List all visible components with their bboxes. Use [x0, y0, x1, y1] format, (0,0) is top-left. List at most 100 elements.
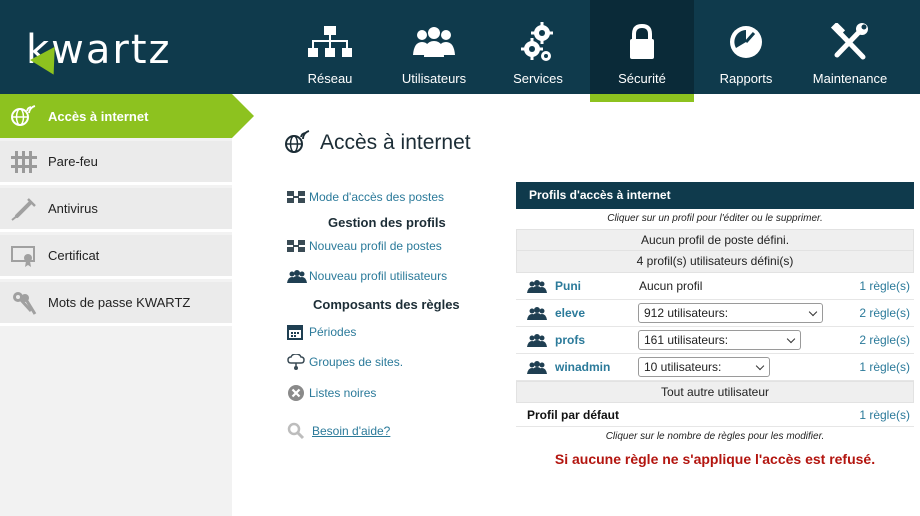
users-summary: 4 profil(s) utilisateurs défini(s): [516, 251, 914, 273]
profile-rules-link[interactable]: 2 règle(s): [859, 333, 910, 347]
sidebar-item-label: Accès à internet: [48, 108, 149, 124]
page-title-text: Accès à internet: [320, 130, 471, 154]
link-groupes-sites[interactable]: Groupes de sites.: [287, 354, 403, 370]
profiles-panel: Profils d'accès à internet Cliquer sur u…: [516, 182, 914, 467]
profile-row-eleve[interactable]: eleve 912 utilisateurs: 2 règle(s): [516, 300, 914, 327]
default-profile-label: Profil par défaut: [527, 408, 620, 422]
nav-label: Réseau: [307, 71, 353, 86]
link-nouveau-profil-utilisateurs[interactable]: Nouveau profil utilisateurs: [287, 269, 447, 283]
chevron-down-icon: [786, 334, 796, 344]
sidebar-item-antivirus[interactable]: Antivirus: [0, 188, 232, 232]
cloud-network-icon: [287, 354, 309, 370]
profile-users: Aucun profil: [639, 279, 703, 293]
section-composants-regles: Composants des règles: [313, 297, 460, 312]
pie-chart-icon: [694, 22, 798, 62]
chevron-down-icon: [755, 361, 765, 371]
nav-rapports[interactable]: Rapports: [694, 0, 798, 94]
users-icon: [527, 361, 547, 377]
network-icon: [278, 22, 382, 62]
link-label: Mode d'accès des postes: [309, 190, 445, 204]
nav-services[interactable]: Services: [486, 0, 590, 94]
nav-reseau[interactable]: Réseau: [278, 0, 382, 94]
sidebar-item-label: Pare-feu: [48, 154, 98, 169]
link-label: Besoin d'aide?: [312, 424, 391, 438]
sidebar-item-mots-de-passe[interactable]: Mots de passe KWARTZ: [0, 282, 232, 326]
page-title: Accès à internet: [284, 128, 471, 157]
profile-users-select[interactable]: 912 utilisateurs:: [638, 303, 823, 323]
nav-label: Services: [513, 71, 563, 86]
sidebar-item-label: Antivirus: [48, 201, 98, 216]
users-icon: [287, 269, 309, 283]
link-label: Nouveau profil de postes: [309, 239, 442, 253]
postes-summary: Aucun profil de poste défini.: [516, 229, 914, 251]
profiles-panel-title: Profils d'accès à internet: [516, 182, 914, 209]
link-nouveau-profil-postes[interactable]: Nouveau profil de postes: [287, 239, 442, 253]
gears-icon: [486, 22, 590, 62]
default-profile-row[interactable]: Profil par défaut 1 règle(s): [516, 403, 914, 427]
profiles-note-top: Cliquer sur un profil pour l'éditer ou l…: [607, 213, 823, 224]
users-icon: [527, 307, 547, 323]
search-icon: [287, 422, 312, 440]
sidebar-item-label: Mots de passe KWARTZ: [48, 295, 191, 310]
select-value: 10 utilisateurs:: [644, 360, 722, 374]
globe-icon: [284, 128, 312, 157]
nav-label: Utilisateurs: [401, 71, 467, 86]
computers-icon: [287, 191, 309, 203]
profiles-note-bottom: Cliquer sur le nombre de règles pour les…: [605, 431, 825, 442]
link-label: Nouveau profil utilisateurs: [309, 269, 448, 283]
nav-utilisateurs[interactable]: Utilisateurs: [382, 0, 486, 94]
users-icon: [527, 334, 547, 350]
firewall-icon: [0, 150, 48, 173]
sidebar-item-pare-feu[interactable]: Pare-feu: [0, 141, 232, 185]
nav-label: Maintenance: [812, 71, 888, 86]
link-mode-acces-postes[interactable]: Mode d'accès des postes: [287, 190, 444, 204]
certificate-icon: [0, 245, 48, 267]
lock-icon: [590, 22, 694, 62]
profile-users-select[interactable]: 161 utilisateurs:: [638, 330, 801, 350]
syringe-icon: [0, 197, 48, 221]
users-icon: [527, 280, 547, 296]
kwartz-logo[interactable]: kwartz: [26, 27, 216, 82]
sidebar-item-acces-internet[interactable]: Accès à internet: [0, 94, 254, 138]
profile-name[interactable]: Puni: [555, 279, 581, 293]
users-icon: [382, 22, 486, 62]
nav-label: Rapports: [719, 71, 773, 86]
link-label: Listes noires: [309, 386, 377, 400]
top-navigation-bar: kwartz Réseau Utilisateurs Services Sécu…: [0, 0, 920, 102]
select-value: 912 utilisateurs:: [644, 306, 729, 320]
active-indicator: [590, 94, 694, 102]
link-listes-noires[interactable]: Listes noires: [287, 384, 376, 402]
other-user-row: Tout autre utilisateur: [516, 381, 914, 403]
section-gestion-profils: Gestion des profils: [328, 215, 446, 230]
sidebar-item-label: Certificat: [48, 248, 100, 263]
profile-rules-link[interactable]: 1 règle(s): [859, 279, 910, 293]
profile-name[interactable]: eleve: [555, 306, 585, 320]
link-besoin-aide[interactable]: Besoin d'aide?: [287, 422, 390, 440]
profile-name[interactable]: profs: [555, 333, 585, 347]
select-value: 161 utilisateurs:: [644, 333, 729, 347]
link-label: Périodes: [309, 325, 357, 339]
blacklist-x-icon: [287, 384, 309, 402]
profile-row-profs[interactable]: profs 161 utilisateurs: 2 règle(s): [516, 327, 914, 354]
profile-rules-link[interactable]: 2 règle(s): [859, 306, 910, 320]
nav-maintenance[interactable]: Maintenance: [798, 0, 902, 94]
link-periodes[interactable]: Périodes: [287, 324, 356, 340]
chevron-down-icon: [808, 307, 818, 317]
calendar-icon: [287, 324, 309, 340]
profile-users-select[interactable]: 10 utilisateurs:: [638, 357, 770, 377]
link-label: Groupes de sites.: [309, 355, 404, 369]
profile-rules-link[interactable]: 1 règle(s): [859, 408, 910, 422]
profile-row-puni[interactable]: Puni Aucun profil 1 règle(s): [516, 273, 914, 300]
keys-icon: [0, 290, 48, 316]
computers-icon: [287, 240, 309, 252]
access-denied-warning: Si aucune règle ne s'applique l'accès es…: [554, 451, 876, 467]
profile-name[interactable]: winadmin: [555, 360, 610, 374]
sidebar-item-certificat[interactable]: Certificat: [0, 235, 232, 279]
sidebar: Accès à internet Pare-feu Antivirus Cert…: [0, 94, 254, 516]
profile-row-winadmin[interactable]: winadmin 10 utilisateurs: 1 règle(s): [516, 354, 914, 381]
nav-securite[interactable]: Sécurité: [590, 0, 694, 102]
nav-label: Sécurité: [618, 71, 666, 86]
profile-rules-link[interactable]: 1 règle(s): [859, 360, 910, 374]
tools-icon: [798, 22, 902, 62]
globe-icon: [0, 105, 48, 127]
